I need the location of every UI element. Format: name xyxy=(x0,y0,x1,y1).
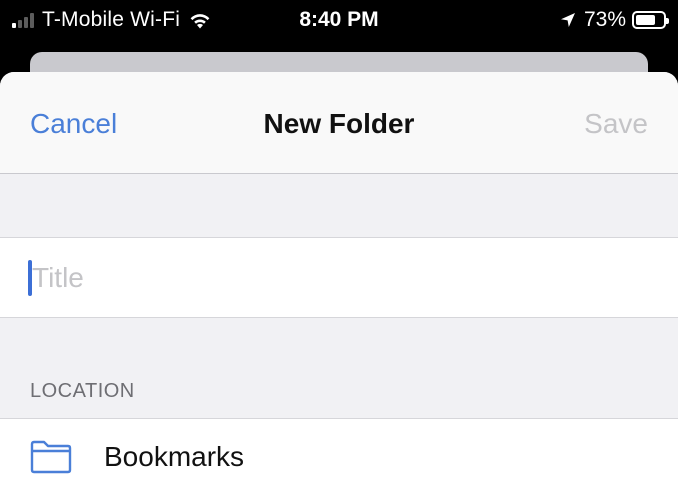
status-bar: T-Mobile Wi-Fi 8:40 PM 73% xyxy=(0,0,678,40)
title-input[interactable] xyxy=(32,256,632,300)
status-right: 73% xyxy=(560,8,669,32)
location-label: Bookmarks xyxy=(104,441,245,472)
battery-percentage: 73% xyxy=(583,8,626,31)
folder-icon xyxy=(30,440,72,474)
battery-cap xyxy=(666,18,669,24)
new-folder-sheet: Cancel New Folder Save LOCATION Bookmark… xyxy=(0,72,678,497)
location-section-header: LOCATION xyxy=(30,380,135,402)
title-field-row[interactable] xyxy=(0,237,678,318)
battery-icon xyxy=(632,11,669,29)
save-button[interactable]: Save xyxy=(584,108,648,140)
location-row-bookmarks[interactable]: Bookmarks xyxy=(0,418,678,497)
page-title: New Folder xyxy=(263,108,415,139)
battery-level-fill xyxy=(636,15,655,25)
location-arrow-icon xyxy=(560,13,575,27)
navigation-bar: Cancel New Folder Save xyxy=(0,72,678,174)
